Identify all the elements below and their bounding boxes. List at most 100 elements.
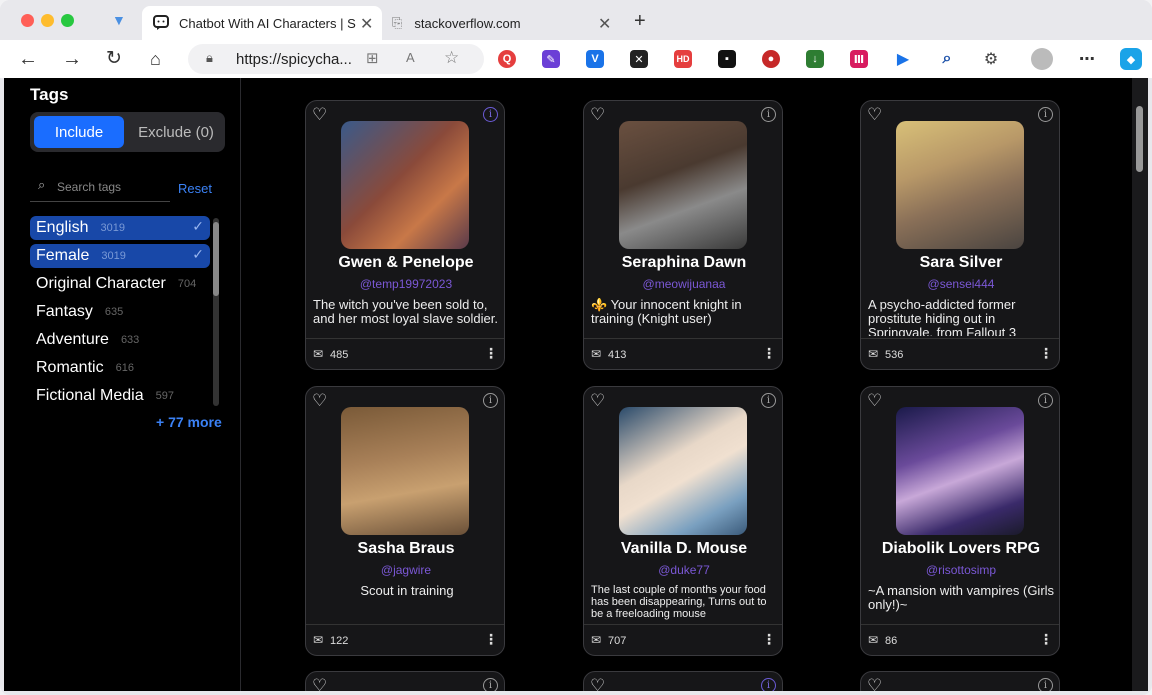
mail-icon: ✉ [591, 347, 602, 361]
home-icon[interactable]: ⌂ [150, 46, 161, 72]
character-card[interactable]: ♡ i Sasha Braus @jagwire Scout in traini… [305, 386, 505, 656]
creator-handle[interactable]: @meowijuanaa [584, 277, 782, 291]
info-icon[interactable]: i [483, 393, 498, 408]
search-tags-input[interactable]: ⌕ Search tags [30, 174, 170, 202]
close-tab-icon[interactable]: ✕ [598, 14, 611, 34]
profile-avatar[interactable] [1031, 48, 1053, 70]
creator-handle[interactable]: @jagwire [306, 563, 504, 577]
heart-icon[interactable]: ♡ [590, 676, 605, 691]
heart-icon[interactable]: ♡ [867, 676, 882, 691]
heart-icon[interactable]: ♡ [590, 105, 605, 125]
creator-handle[interactable]: @temp19972023 [306, 277, 504, 291]
exclude-button[interactable]: Exclude (0) [130, 116, 222, 148]
character-card[interactable]: ♡ i Diabolik Lovers RPG @risottosimp ~A … [860, 386, 1060, 656]
favorite-star-icon[interactable]: ☆ [444, 48, 459, 68]
extension-magnifier-icon[interactable]: ⌕ [938, 50, 956, 68]
info-icon[interactable]: i [483, 678, 498, 691]
character-card[interactable]: ♡ i Sara Silver @sensei444 A psycho-addi… [860, 100, 1060, 370]
tag-item-female[interactable]: Female 3019 ✓ [30, 244, 210, 268]
heart-icon[interactable]: ♡ [312, 676, 327, 691]
extension-v-icon[interactable]: V [586, 50, 604, 68]
extension-record-icon[interactable]: ● [762, 50, 780, 68]
info-icon[interactable]: i [1038, 678, 1053, 691]
more-options-icon[interactable]: ⋮ [1039, 631, 1053, 648]
extension-badge-icon[interactable]: ▪ [718, 50, 736, 68]
page-scrollbar[interactable] [1132, 78, 1148, 691]
heart-icon[interactable]: ♡ [867, 391, 882, 411]
more-menu-icon[interactable]: ⋯ [1078, 50, 1096, 68]
tag-item-english[interactable]: English 3019 ✓ [30, 216, 210, 240]
tab-stackoverflow[interactable]: ⎘ stackoverflow.com [390, 6, 610, 40]
character-avatar[interactable] [341, 407, 469, 535]
new-tab-icon[interactable]: + [634, 10, 646, 33]
character-card[interactable]: ♡ i [860, 671, 1060, 691]
creator-handle[interactable]: @sensei444 [861, 277, 1059, 291]
info-icon[interactable]: i [1038, 107, 1053, 122]
zoom-window-button[interactable] [61, 14, 74, 27]
more-options-icon[interactable]: ⋮ [484, 345, 498, 362]
scroll-thumb[interactable] [1136, 106, 1143, 172]
tag-name: Original Character [36, 275, 166, 292]
close-tab-icon[interactable]: ✕ [360, 14, 373, 34]
info-icon[interactable]: i [761, 678, 776, 691]
close-window-button[interactable] [21, 14, 34, 27]
address-bar[interactable]: 🔒︎ https://spicycha... ⊞ A ☆ [188, 44, 484, 74]
include-exclude-toggle: Include Exclude (0) [30, 112, 225, 152]
info-icon[interactable]: i [1038, 393, 1053, 408]
tag-item-fictional-media[interactable]: Fictional Media 597 [30, 384, 210, 408]
info-icon[interactable]: i [761, 107, 776, 122]
minimize-window-button[interactable] [41, 14, 54, 27]
copilot-icon[interactable]: ◆ [1120, 48, 1142, 70]
creator-handle[interactable]: @duke77 [584, 563, 782, 577]
tag-count: 616 [115, 362, 134, 374]
more-options-icon[interactable]: ⋮ [762, 631, 776, 648]
extension-play-icon[interactable]: ▶ [894, 50, 912, 68]
reload-icon[interactable]: ↻ [106, 46, 122, 72]
tag-item-romantic[interactable]: Romantic 616 [30, 356, 210, 380]
character-avatar[interactable] [619, 121, 747, 249]
extension-grid-icon[interactable]: Ⅲ [850, 50, 868, 68]
include-button[interactable]: Include [34, 116, 124, 148]
pinned-tab-icon[interactable]: ▼ [112, 12, 126, 28]
extension-search-icon[interactable]: Q [498, 50, 516, 68]
reset-button[interactable]: Reset [178, 181, 212, 196]
more-options-icon[interactable]: ⋮ [762, 345, 776, 362]
mail-icon: ✉ [313, 347, 324, 361]
more-options-icon[interactable]: ⋮ [484, 631, 498, 648]
tags-scrollbar[interactable] [213, 218, 219, 406]
tag-count: 3019 [101, 250, 126, 262]
character-card[interactable]: ♡ i Vanilla D. Mouse @duke77 The last co… [583, 386, 783, 656]
character-card[interactable]: ♡ i Gwen & Penelope @temp19972023 The wi… [305, 100, 505, 370]
character-card[interactable]: ♡ i Seraphina Dawn @meowijuanaa ⚜️ Your … [583, 100, 783, 370]
extension-x-icon[interactable]: ✕ [630, 50, 648, 68]
character-card[interactable]: ♡ i [305, 671, 505, 691]
heart-icon[interactable]: ♡ [590, 391, 605, 411]
back-icon[interactable]: ← [18, 46, 38, 72]
info-icon[interactable]: i [483, 107, 498, 122]
extension-pen-icon[interactable]: ✎ [542, 50, 560, 68]
character-card[interactable]: ♡ i [583, 671, 783, 691]
read-aloud-icon[interactable]: A [406, 50, 415, 65]
apps-icon[interactable]: ⊞ [366, 49, 379, 67]
character-avatar[interactable] [619, 407, 747, 535]
creator-handle[interactable]: @risottosimp [861, 563, 1059, 577]
tag-item-original-character[interactable]: Original Character 704 [30, 272, 210, 296]
heart-icon[interactable]: ♡ [312, 105, 327, 125]
tag-item-adventure[interactable]: Adventure 633 [30, 328, 210, 352]
heart-icon[interactable]: ♡ [312, 391, 327, 411]
extensions-puzzle-icon[interactable]: ⚙ [982, 50, 1000, 68]
extension-download-icon[interactable]: ↓ [806, 50, 824, 68]
character-avatar[interactable] [896, 121, 1024, 249]
character-avatar[interactable] [896, 407, 1024, 535]
heart-icon[interactable]: ♡ [867, 105, 882, 125]
tab-spicychat[interactable]: Chatbot With AI Characters | S [142, 6, 382, 40]
character-name: Sara Silver [919, 254, 1003, 271]
character-avatar[interactable] [341, 121, 469, 249]
info-icon[interactable]: i [761, 393, 776, 408]
scroll-thumb[interactable] [213, 222, 219, 296]
extension-hd-icon[interactable]: HD [674, 50, 692, 68]
more-options-icon[interactable]: ⋮ [1039, 345, 1053, 362]
more-tags-link[interactable]: + 77 more [156, 414, 222, 430]
forward-icon[interactable]: → [62, 46, 82, 72]
tag-item-fantasy[interactable]: Fantasy 635 [30, 300, 210, 324]
